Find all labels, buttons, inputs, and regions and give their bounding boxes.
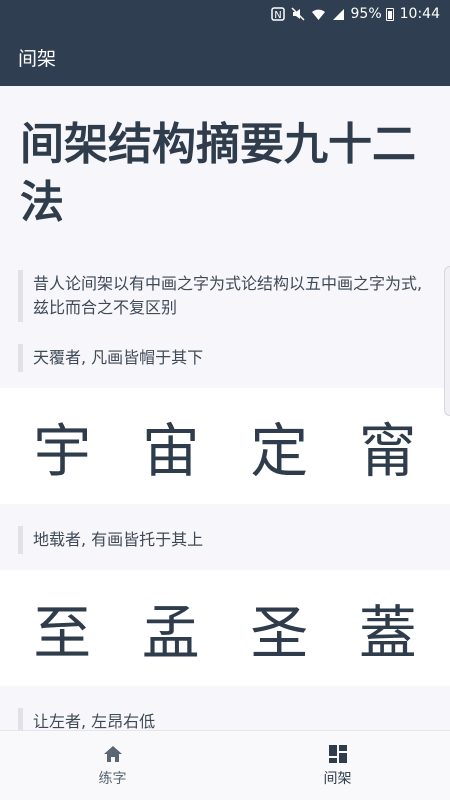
wifi-icon [311,8,326,21]
scroll-handle[interactable] [444,266,450,416]
clock: 10:44 [399,6,440,22]
nav-item-structure[interactable]: 间架 [225,731,450,800]
char-row-tianfu: 宇 宙 定 甯 [0,388,450,504]
status-bar: N 95% 10:44 [0,0,450,28]
article-content[interactable]: 间架结构摘要九十二法 昔人论间架以有中画之字为式论结构以五中画之字为式,兹比而合… [0,86,450,730]
mute-icon [290,7,305,21]
battery-percent: 95% [350,6,382,22]
bottom-nav: 练字 间架 [0,730,450,800]
char-row-dizai: 至 孟 圣 蓋 [0,570,450,686]
intro-quote: 昔人论间架以有中画之字为式论结构以五中画之字为式,兹比而合之不复区别 [18,270,430,322]
signal-icon [332,8,345,21]
section-heading-rangzuo: 让左者, 左昂右低 [18,708,430,730]
char-glyph[interactable]: 孟 [126,586,216,670]
dashboard-icon [328,745,347,763]
char-glyph[interactable]: 定 [234,404,324,488]
section-heading-tianfu: 天覆者, 凡画皆帽于其下 [18,344,430,372]
nfc-icon: N [270,7,285,21]
app-bar-title: 间架 [18,47,57,70]
battery-icon [385,7,394,21]
app-bar: 间架 [0,28,450,86]
nav-item-practice[interactable]: 练字 [0,731,225,800]
page-title: 间架结构摘要九十二法 [20,119,416,228]
char-glyph[interactable]: 圣 [234,586,324,670]
nav-label-structure: 间架 [323,771,352,787]
char-glyph[interactable]: 甯 [343,404,433,488]
section-heading-dizai: 地载者, 有画皆托于其上 [18,526,430,554]
home-icon [103,746,122,762]
char-glyph[interactable]: 至 [17,586,107,670]
nav-label-practice: 练字 [98,771,127,787]
char-glyph[interactable]: 蓋 [343,586,433,670]
char-glyph[interactable]: 宙 [126,404,216,488]
svg-text:N: N [274,10,281,21]
char-glyph[interactable]: 宇 [17,404,107,488]
